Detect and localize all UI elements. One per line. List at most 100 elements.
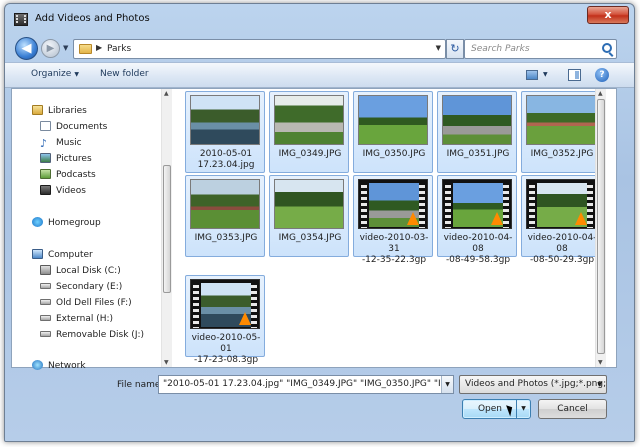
change-view-icon[interactable] — [526, 70, 538, 80]
address-dropdown-icon[interactable]: ▼ — [436, 44, 441, 52]
film-perforation — [251, 282, 257, 328]
forward-button[interactable]: ▶ — [41, 39, 60, 58]
video-thumbnail — [358, 179, 428, 229]
cancel-button[interactable]: Cancel — [538, 399, 607, 419]
sidebar-item-network[interactable]: Network — [32, 359, 86, 373]
sidebar-item-homegroup[interactable]: Homegroup — [32, 216, 101, 230]
sidebar-item-old-dell[interactable]: Old Dell Files (F:) — [40, 296, 132, 310]
preview-pane-icon[interactable] — [568, 69, 581, 81]
new-folder-button[interactable]: New folder — [100, 69, 149, 79]
sidebar-item-secondary[interactable]: Secondary (E:) — [40, 280, 122, 294]
close-button[interactable]: x — [587, 6, 629, 24]
file-tile[interactable]: IMG_0349.JPG — [269, 91, 349, 173]
help-icon[interactable]: ? — [595, 68, 609, 82]
chevron-down-icon: ▼ — [74, 71, 79, 78]
file-name: video-2010-03-31 -12-35-22.3gp — [359, 233, 429, 265]
sidebar-item-removable[interactable]: Removable Disk (J:) — [40, 328, 144, 342]
scroll-up-icon[interactable]: ▲ — [598, 90, 603, 97]
file-name: IMG_0350.JPG — [362, 149, 426, 159]
sidebar-label: Secondary (E:) — [56, 282, 123, 292]
sidebar-label: Music — [56, 138, 82, 148]
file-tile[interactable]: IMG_0354.JPG — [269, 175, 349, 257]
vlc-cone-icon — [407, 212, 419, 225]
scroll-down-icon[interactable]: ▼ — [164, 359, 169, 366]
file-tile[interactable]: 2010-05-01 17.23.04.jpg — [185, 91, 265, 173]
sidebar-item-documents[interactable]: Documents — [40, 120, 107, 134]
file-list-scroll-thumb[interactable] — [597, 99, 605, 354]
file-tile[interactable]: video-2010-05-01 -17-23-08.3gp — [185, 275, 265, 365]
organize-menu[interactable]: Organize ▼ — [31, 69, 79, 79]
vlc-cone-icon — [491, 212, 503, 225]
hard-drive-icon — [40, 283, 51, 289]
file-type-value: Videos and Photos (*.jpg;*.png; — [465, 379, 607, 389]
hard-drive-icon — [40, 315, 51, 321]
file-name: IMG_0351.JPG — [446, 149, 510, 159]
sidebar-item-local-disk[interactable]: Local Disk (C:) — [40, 264, 121, 278]
nav-scroll-thumb[interactable] — [163, 165, 171, 293]
photo-thumbnail — [358, 95, 428, 145]
scroll-up-icon[interactable]: ▲ — [164, 90, 169, 97]
refresh-button[interactable]: ↻ — [446, 39, 464, 59]
breadcrumb-current[interactable]: Parks — [107, 44, 131, 54]
vlc-cone-icon — [575, 212, 587, 225]
sidebar-label: Network — [48, 361, 86, 371]
network-icon — [32, 360, 43, 370]
file-tile[interactable]: IMG_0352.JPG — [521, 91, 601, 173]
film-perforation — [193, 282, 199, 328]
file-name: IMG_0349.JPG — [278, 149, 342, 159]
removable-disk-icon — [40, 331, 51, 337]
file-name-label: File name: — [117, 380, 164, 390]
film-perforation — [529, 182, 535, 228]
film-perforation — [361, 182, 367, 228]
file-name: 2010-05-01 17.23.04.jpg — [197, 149, 255, 170]
command-toolbar: Organize ▼ New folder ▼ ? — [5, 62, 634, 88]
sidebar-label: Removable Disk (J:) — [56, 330, 145, 340]
nav-scrollbar[interactable]: ▲ ▼ — [161, 89, 172, 367]
search-icon[interactable] — [602, 43, 612, 53]
file-tile[interactable]: video-2010-03-31 -12-35-22.3gp — [353, 175, 433, 265]
search-input[interactable]: Search Parks — [464, 39, 617, 59]
file-name: video-2010-04-08 -08-50-29.3gp — [527, 233, 597, 265]
search-placeholder: Search Parks — [471, 44, 530, 54]
sidebar-item-computer[interactable]: Computer — [32, 248, 93, 262]
file-name-dropdown-icon[interactable]: ▼ — [441, 376, 453, 393]
open-split-dropdown-icon[interactable]: ▼ — [516, 400, 530, 418]
computer-icon — [32, 249, 43, 259]
photo-thumbnail — [190, 179, 260, 229]
history-dropdown-icon[interactable]: ▼ — [63, 44, 68, 52]
back-button[interactable]: ◀ — [15, 37, 38, 60]
photo-thumbnail — [274, 179, 344, 229]
sidebar-label: Local Disk (C:) — [56, 266, 121, 276]
file-tile[interactable]: video-2010-04-08 -08-49-58.3gp — [437, 175, 517, 265]
sidebar-label: Pictures — [56, 154, 92, 164]
sidebar-item-external[interactable]: External (H:) — [40, 312, 113, 326]
file-list-scrollbar[interactable]: ▲ ▼ — [595, 89, 606, 367]
open-button[interactable]: Open ▼ — [462, 399, 531, 419]
sidebar-item-libraries[interactable]: Libraries — [32, 104, 87, 118]
file-name: video-2010-04-08 -08-49-58.3gp — [443, 233, 513, 265]
view-dropdown-icon[interactable]: ▼ — [543, 71, 548, 78]
film-strip-icon — [14, 13, 28, 26]
file-name: video-2010-05-01 -17-23-08.3gp — [191, 333, 261, 365]
file-name-field[interactable]: "2010-05-01 17.23.04.jpg" "IMG_0349.JPG"… — [158, 375, 454, 394]
hard-drive-icon — [40, 299, 51, 305]
homegroup-icon — [32, 217, 43, 227]
file-tile[interactable]: IMG_0353.JPG — [185, 175, 265, 257]
photo-thumbnail — [190, 95, 260, 145]
sidebar-item-music[interactable]: Music — [40, 136, 82, 150]
address-bar[interactable]: ▶ Parks ▼ — [73, 39, 446, 59]
file-tile[interactable]: video-2010-04-08 -08-50-29.3gp — [521, 175, 601, 265]
sidebar-label: Old Dell Files (F:) — [56, 298, 132, 308]
breadcrumb-chevron-icon[interactable]: ▶ — [96, 43, 102, 52]
video-thumbnail — [526, 179, 596, 229]
sidebar-item-videos[interactable]: Videos — [40, 184, 86, 198]
sidebar-item-pictures[interactable]: Pictures — [40, 152, 92, 166]
scroll-down-icon[interactable]: ▼ — [598, 359, 603, 366]
file-tile[interactable]: IMG_0351.JPG — [437, 91, 517, 173]
sidebar-item-podcasts[interactable]: Podcasts — [40, 168, 96, 182]
file-tile[interactable]: IMG_0350.JPG — [353, 91, 433, 173]
file-name: IMG_0354.JPG — [278, 233, 342, 243]
title-bar[interactable]: Add Videos and Photos x — [5, 4, 634, 34]
documents-icon — [40, 121, 51, 131]
file-type-select[interactable]: Videos and Photos (*.jpg;*.png; ▼ — [459, 375, 607, 394]
